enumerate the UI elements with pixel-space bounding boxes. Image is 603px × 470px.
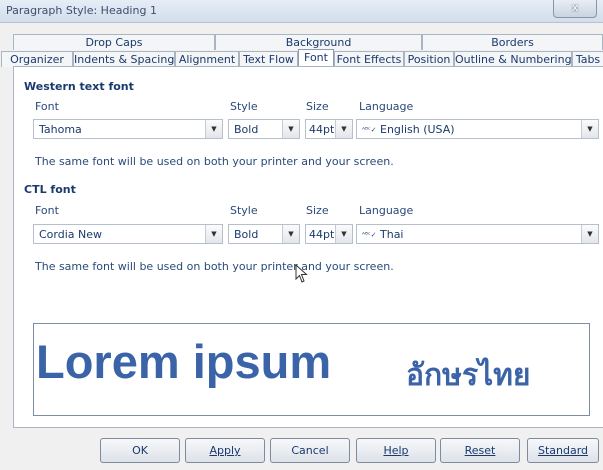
western-size-label: Size — [306, 100, 329, 113]
western-font-value: Tahoma — [39, 123, 82, 136]
chevron-down-icon[interactable]: ▼ — [205, 225, 222, 243]
mouse-pointer-icon — [295, 264, 308, 283]
ctl-style-value: Bold — [234, 228, 259, 241]
western-style-select[interactable]: Bold ▼ — [228, 119, 300, 139]
tab-organizer[interactable]: Organizer — [1, 51, 73, 67]
title-bar: Paragraph Style: Heading 1 x — [0, 0, 603, 23]
close-button[interactable]: x — [553, 0, 597, 18]
ctl-font-select[interactable]: Cordia New ▼ — [33, 224, 223, 244]
font-preview-box: Lorem ipsum อักษรไทย — [33, 323, 590, 416]
preview-western-text: Lorem ipsum — [36, 335, 332, 388]
western-language-text: English (USA) — [380, 123, 455, 136]
western-font-label: Font — [35, 100, 59, 113]
window-title: Paragraph Style: Heading 1 — [6, 4, 157, 17]
reset-button[interactable]: Reset — [440, 438, 520, 463]
ctl-language-label: Language — [359, 204, 414, 217]
western-language-value: ᴬᴮᶜ✓ English (USA) — [362, 123, 455, 136]
tab-tabs[interactable]: Tabs — [572, 51, 603, 67]
preview-ctl-text: อักษรไทย — [406, 358, 531, 393]
western-note: The same font will be used on both your … — [35, 155, 394, 168]
chevron-down-icon[interactable]: ▼ — [205, 120, 222, 138]
western-font-select[interactable]: Tahoma ▼ — [33, 119, 223, 139]
tab-text-flow[interactable]: Text Flow — [239, 51, 298, 67]
tab-background[interactable]: Background — [215, 34, 422, 50]
tab-borders[interactable]: Borders — [422, 34, 603, 50]
western-language-label: Language — [359, 100, 414, 113]
apply-button[interactable]: Apply — [185, 438, 265, 463]
chevron-down-icon[interactable]: ▼ — [581, 120, 598, 138]
tab-alignment[interactable]: Alignment — [175, 51, 239, 67]
tab-font[interactable]: Font — [298, 49, 334, 67]
chevron-down-icon[interactable]: ▼ — [282, 225, 299, 243]
ctl-language-text: Thai — [380, 228, 404, 241]
chevron-down-icon[interactable]: ▼ — [581, 225, 598, 243]
western-font-heading: Western text font — [24, 80, 134, 93]
western-language-select[interactable]: ᴬᴮᶜ✓ English (USA) ▼ — [356, 119, 599, 139]
western-size-value: 44pt — [309, 123, 335, 136]
ok-button[interactable]: OK — [100, 438, 180, 463]
ctl-note: The same font will be used on both your … — [35, 260, 394, 273]
western-style-label: Style — [230, 100, 258, 113]
tab-drop-caps[interactable]: Drop Caps — [13, 34, 215, 50]
tab-font-effects[interactable]: Font Effects — [334, 51, 404, 67]
ctl-font-label: Font — [35, 204, 59, 217]
chevron-down-icon[interactable]: ▼ — [335, 225, 352, 243]
tab-row-upper: Drop Caps Background Borders — [13, 34, 603, 50]
western-size-select[interactable]: 44pt ▼ — [305, 119, 353, 139]
chevron-down-icon[interactable]: ▼ — [335, 120, 352, 138]
ctl-font-heading: CTL font — [24, 183, 76, 196]
ctl-style-select[interactable]: Bold ▼ — [228, 224, 300, 244]
ctl-size-value: 44pt — [309, 228, 335, 241]
ctl-size-select[interactable]: 44pt ▼ — [305, 224, 353, 244]
ctl-language-select[interactable]: ᴬᴮᶜ✓ Thai ▼ — [356, 224, 599, 244]
chevron-down-icon[interactable]: ▼ — [282, 120, 299, 138]
ctl-language-value: ᴬᴮᶜ✓ Thai — [362, 228, 404, 241]
tab-row-lower: Organizer Indents & Spacing Alignment Te… — [1, 49, 603, 67]
western-style-value: Bold — [234, 123, 259, 136]
tab-indents-spacing[interactable]: Indents & Spacing — [73, 51, 175, 67]
cancel-button[interactable]: Cancel — [270, 438, 350, 463]
spellcheck-icon: ᴬᴮᶜ✓ — [362, 125, 377, 134]
ctl-font-value: Cordia New — [39, 228, 103, 241]
help-button[interactable]: Help — [356, 438, 436, 463]
ctl-style-label: Style — [230, 204, 258, 217]
tab-position[interactable]: Position — [404, 51, 454, 67]
ctl-size-label: Size — [306, 204, 329, 217]
spellcheck-icon: ᴬᴮᶜ✓ — [362, 230, 377, 239]
standard-button[interactable]: Standard — [527, 438, 599, 463]
tab-outline-numbering[interactable]: Outline & Numbering — [454, 51, 572, 67]
